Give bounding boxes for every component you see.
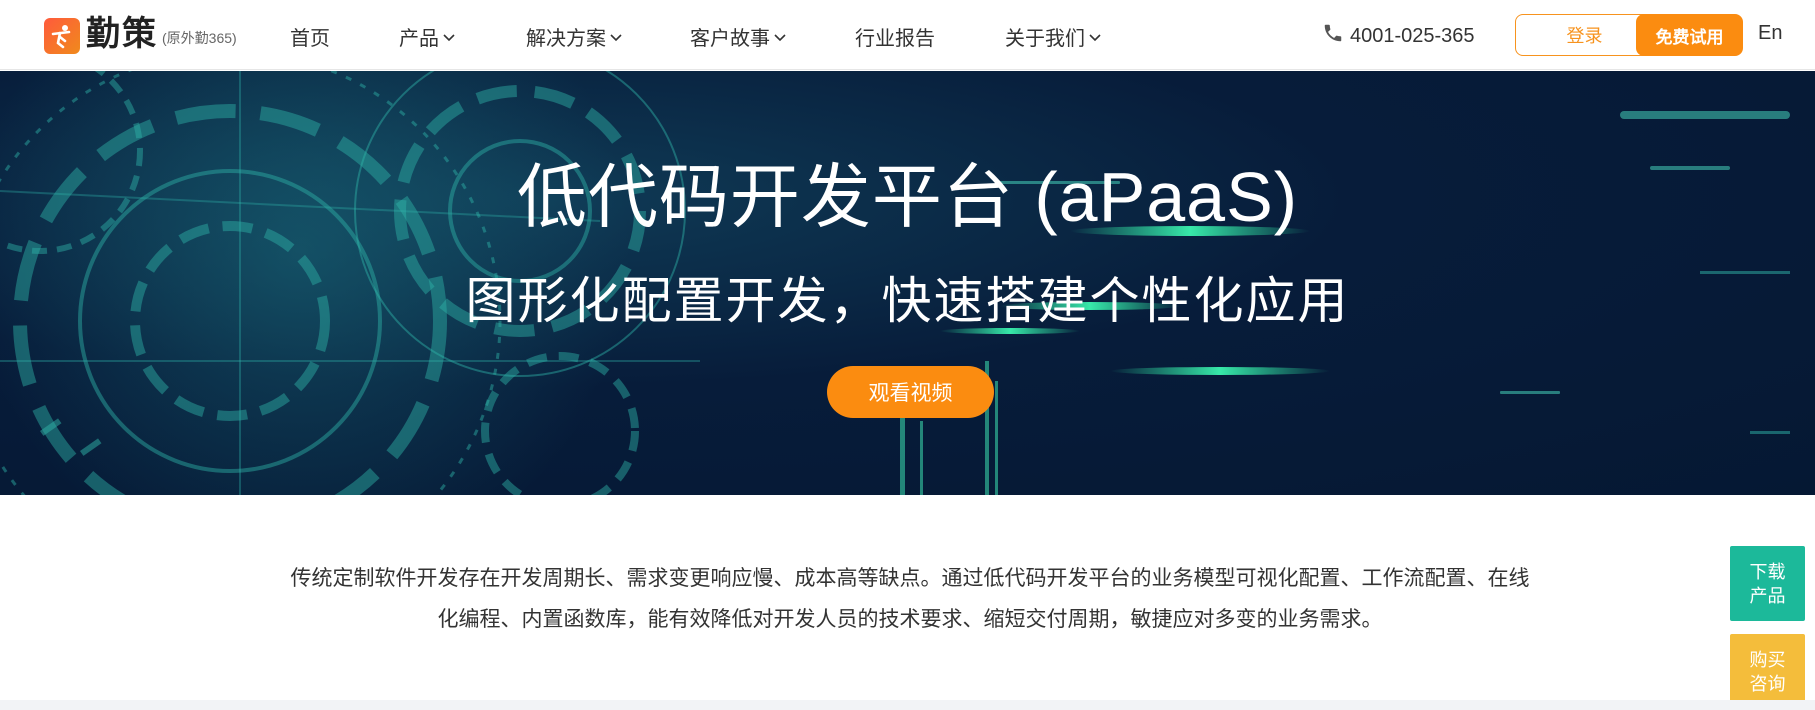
chevron-down-icon	[1089, 25, 1101, 48]
top-header: 勤策 (原外勤365) 首页 产品 解决方案 客户故事 行业报告 关于我们 40…	[0, 0, 1815, 70]
logo-subtitle: (原外勤365)	[162, 30, 237, 46]
intro-description: 传统定制软件开发存在开发周期长、需求变更响应慢、成本高等缺点。通过低代码开发平台…	[290, 567, 1530, 631]
consult-label: 购买咨询	[1749, 650, 1786, 694]
nav-customer-stories[interactable]: 客户故事	[690, 22, 786, 51]
nav-products[interactable]: 产品	[399, 22, 455, 51]
phone-icon	[1322, 22, 1344, 50]
chevron-down-icon	[774, 25, 786, 48]
phone-number: 4001-025-365	[1350, 24, 1475, 47]
section-divider	[0, 700, 1815, 710]
login-button[interactable]: 登录	[1515, 14, 1654, 56]
nav-industry-reports[interactable]: 行业报告	[855, 22, 935, 51]
download-label: 下载产品	[1749, 561, 1786, 606]
nav-label: 关于我们	[1005, 28, 1085, 50]
logo[interactable]: 勤策 (原外勤365)	[44, 14, 237, 54]
watch-video-button[interactable]: 观看视频	[827, 366, 994, 418]
nav-solutions[interactable]: 解决方案	[526, 22, 622, 51]
language-switch[interactable]: En	[1758, 22, 1782, 45]
logo-mark-icon	[44, 18, 80, 54]
hero-banner: 低代码开发平台 (aPaaS) 图形化配置开发，快速搭建个性化应用 观看视频	[0, 71, 1815, 495]
nav-home[interactable]: 首页	[290, 22, 330, 51]
logo-text: 勤策	[86, 14, 158, 54]
hero-title: 低代码开发平台 (aPaaS)	[516, 158, 1299, 236]
hero-subtitle: 图形化配置开发，快速搭建个性化应用	[465, 273, 1350, 329]
chevron-down-icon	[610, 25, 622, 48]
nav-label: 解决方案	[526, 28, 606, 50]
nav-label: 首页	[290, 28, 330, 50]
download-product-button[interactable]: 下载产品	[1730, 546, 1805, 621]
phone-contact[interactable]: 4001-025-365	[1322, 22, 1475, 50]
chevron-down-icon	[443, 25, 455, 48]
nav-about-us[interactable]: 关于我们	[1005, 22, 1101, 51]
nav-label: 行业报告	[855, 28, 935, 50]
purchase-consult-button[interactable]: 购买咨询	[1730, 634, 1805, 710]
nav-label: 客户故事	[690, 28, 770, 50]
free-trial-button[interactable]: 免费试用	[1636, 14, 1743, 56]
nav-label: 产品	[399, 28, 439, 50]
